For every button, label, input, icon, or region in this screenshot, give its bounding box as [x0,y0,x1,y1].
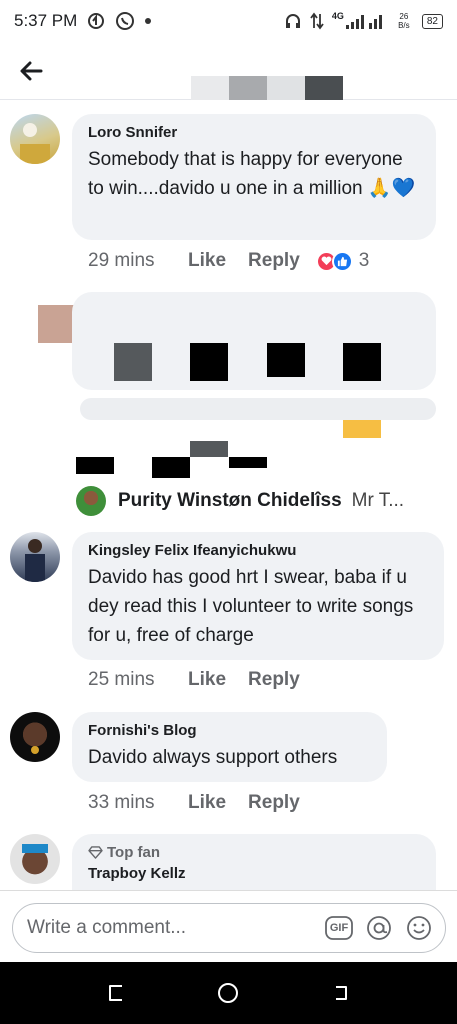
comment-bubble[interactable]: Kingsley Felix Ifeanyichukwu Davido has … [72,532,444,660]
reaction-count: 3 [358,250,370,271]
redaction-block [114,343,152,381]
dot-icon [145,18,152,24]
reply-button[interactable]: Reply [248,669,300,691]
network-type: 4G [331,11,344,21]
reactions[interactable]: 3 [315,250,370,272]
like-reaction-icon [331,250,353,272]
at-sign-icon [367,916,391,940]
comment-time[interactable]: 25 mins [88,669,188,691]
avatar [76,486,106,516]
redaction-block [267,343,305,377]
reply-button[interactable]: Reply [248,250,300,272]
signal-icon [345,13,386,29]
app-notification-icon [87,12,105,30]
gif-button[interactable]: GIF [325,914,353,942]
redaction-block [343,343,381,381]
home-icon [218,983,239,1003]
comment-author[interactable]: Trapboy Kellz [88,865,420,882]
smiley-icon [407,916,431,940]
comment-author[interactable]: Loro Snnifer [88,124,420,141]
headphones-icon [284,12,302,30]
back-arrow-icon [20,61,43,81]
avatar[interactable] [10,532,60,582]
comment-input-container[interactable]: GIF [12,903,446,953]
diamond-icon [88,846,103,859]
home-button[interactable] [208,973,248,1013]
avatar-image [20,123,50,164]
redaction-block [191,76,229,100]
top-bar [0,42,457,100]
reply-button[interactable]: Reply [248,792,300,814]
battery-icon: 82 [421,13,443,29]
comment-text: Somebody that is happy for everyone to w… [88,149,416,199]
comment-meta: 29 mins Like Reply 3 [88,250,369,272]
comment-bubble[interactable]: Loro Snnifer Somebody that is happy for … [72,114,436,240]
avatar-image [25,539,45,582]
comment-author[interactable]: Kingsley Felix Ifeanyichukwu [88,542,428,559]
reply-snippet: Mr T... [351,490,405,511]
like-button[interactable]: Like [188,792,226,814]
comment-composer: GIF [0,890,457,962]
back-nav-button[interactable] [321,973,361,1013]
comment-meta: 25 mins Like Reply [88,669,322,691]
whatsapp-icon [115,11,135,31]
reply-author: Purity Winstøn Chidelîss [118,490,342,511]
redaction-block [80,398,436,420]
avatar[interactable] [10,114,60,164]
reply-preview[interactable]: Purity Winstøn Chidelîss Mr T... [76,486,404,516]
status-time: 5:37 PM [14,11,78,30]
avatar[interactable] [10,834,60,884]
redaction-block [190,343,228,381]
comment-input[interactable] [27,917,325,939]
redaction-block [38,305,76,343]
comment-bubble[interactable]: Top fan Trapboy Kellz [72,834,436,890]
comment-meta: 33 mins Like Reply [88,792,322,814]
back-nav-icon [335,986,347,1000]
like-button[interactable]: Like [188,250,226,272]
battery-level: 82 [426,15,438,27]
comment-bubble[interactable]: Fornishi's Blog Davido always support ot… [72,712,387,782]
redaction-block [267,76,305,100]
comment-list[interactable]: Loro Snnifer Somebody that is happy for … [0,100,457,890]
gif-label: GIF [329,922,349,934]
top-fan-badge: Top fan [88,844,420,861]
avatar-image [22,844,48,853]
like-button[interactable]: Like [188,669,226,691]
comment-author[interactable]: Fornishi's Blog [88,722,371,739]
redaction-block [152,457,190,478]
recent-apps-icon [109,985,123,1001]
network-speed: 26 B/s [398,12,410,30]
redaction-block [343,420,381,438]
redaction-block [305,76,343,100]
top-fan-label: Top fan [107,844,161,861]
emoji-button[interactable] [405,914,433,942]
redaction-block [190,441,228,457]
mention-button[interactable] [365,914,393,942]
status-bar: 5:37 PM 4G 26 B/s 82 [0,0,457,42]
recent-apps-button[interactable] [96,973,136,1013]
data-transfer-icon [310,12,324,30]
redaction-block [229,76,267,100]
redaction-block [76,457,114,474]
avatar[interactable] [10,712,60,762]
back-button[interactable] [14,54,48,88]
comment-text: Davido always support others [88,747,338,768]
comment-time[interactable]: 29 mins [88,250,188,272]
comment-time[interactable]: 33 mins [88,792,188,814]
comment-text: Davido has good hrt I swear, baba if u d… [88,567,414,646]
avatar-image [31,746,39,754]
system-nav-bar [0,962,457,1024]
redaction-block [229,457,267,468]
